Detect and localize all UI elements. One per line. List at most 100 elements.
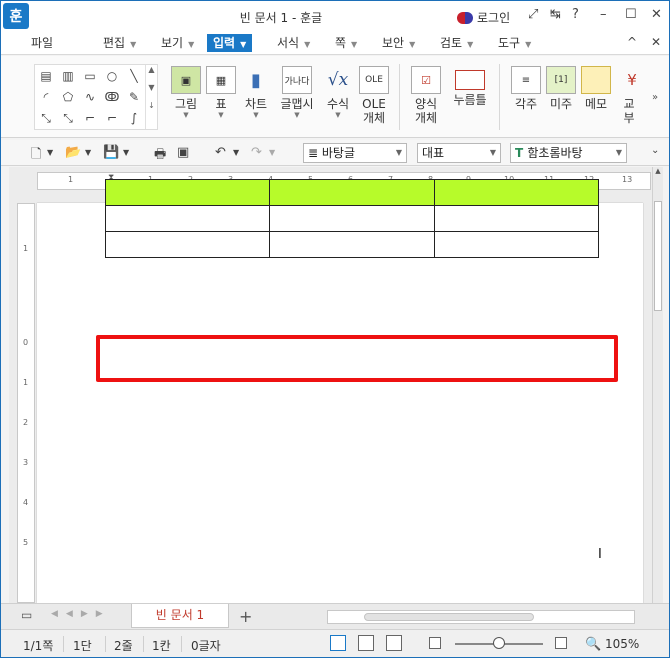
- insert-wordart-button[interactable]: 가나다 글맵시 ▼: [280, 66, 314, 119]
- table-cell[interactable]: [104, 231, 271, 258]
- insert-chart-button[interactable]: ▮ 차트 ▼: [241, 66, 271, 120]
- font-select[interactable]: T 함초롬바탕 ▼: [510, 143, 627, 163]
- document-page[interactable]: [37, 203, 643, 603]
- table-cell[interactable]: [269, 179, 435, 206]
- table-cell[interactable]: [269, 231, 435, 258]
- menu-security[interactable]: 보안 ▼: [376, 34, 421, 52]
- language-select[interactable]: 대표 ▼: [417, 143, 501, 163]
- style-select[interactable]: ≣ 바탕글 ▼: [303, 143, 407, 163]
- full-view-button[interactable]: [386, 635, 402, 651]
- collapse-ribbon-icon[interactable]: ^: [627, 35, 637, 49]
- table-cell[interactable]: [433, 231, 600, 258]
- connector-icon[interactable]: ⤡: [37, 109, 55, 127]
- insert-ole-button[interactable]: OLE OLE 개체: [359, 66, 389, 125]
- chevron-down-icon[interactable]: ▼: [123, 148, 129, 157]
- chevron-down-icon[interactable]: ▼: [47, 148, 53, 157]
- scroll-up-icon[interactable]: ▲: [653, 167, 663, 175]
- text-box-icon[interactable]: ▤: [37, 67, 55, 85]
- freehand-icon[interactable]: ↂ: [103, 88, 121, 106]
- fullscreen-icon[interactable]: ⤢: [528, 7, 538, 22]
- preview-icon[interactable]: ▣: [177, 145, 189, 160]
- menu-insert[interactable]: 입력 ▼: [207, 34, 253, 52]
- vertical-scroll-thumb[interactable]: [654, 201, 662, 311]
- text-cursor-icon: I: [598, 547, 602, 562]
- vertical-scrollbar[interactable]: ▲: [652, 167, 663, 603]
- save-icon[interactable]: 💾: [103, 145, 119, 160]
- zoom-in-button[interactable]: [555, 637, 567, 649]
- rectangle-icon[interactable]: ▭: [81, 67, 99, 85]
- table-cell[interactable]: [104, 205, 271, 232]
- table-cell[interactable]: [433, 179, 600, 206]
- undo-icon[interactable]: ↶: [215, 145, 226, 160]
- menu-view-label: 보기: [161, 36, 184, 50]
- insert-formula-button[interactable]: √x 수식 ▼: [323, 66, 353, 119]
- vertical-ruler[interactable]: 1 0 1 2 3 4 5: [17, 203, 35, 603]
- insert-footnote-button[interactable]: ≡ 각주: [511, 66, 541, 111]
- menu-tools[interactable]: 도구 ▼: [492, 34, 537, 52]
- arc-icon[interactable]: ◜: [37, 88, 55, 106]
- insert-form-button[interactable]: ☑ 양식 개체: [411, 66, 441, 125]
- insert-memo-button[interactable]: 메모: [581, 66, 611, 111]
- close-icon[interactable]: ✕: [651, 7, 662, 22]
- insert-table-button[interactable]: ▦ 표 ▼: [206, 66, 236, 119]
- menu-edit[interactable]: 편집 ▼: [97, 34, 142, 52]
- insert-endnote-button[interactable]: [1] 미주: [546, 66, 576, 111]
- insert-picture-button[interactable]: ▣ 그림 ▼: [171, 66, 201, 119]
- tab-list-icon[interactable]: ▭: [21, 608, 32, 622]
- table-row[interactable]: [104, 231, 600, 258]
- table-row[interactable]: [104, 179, 600, 206]
- toolbar-more-icon[interactable]: ⌄: [651, 145, 659, 156]
- zoom-slider-knob[interactable]: [493, 637, 505, 649]
- minimize-icon[interactable]: –: [600, 7, 607, 22]
- table-cell[interactable]: [104, 179, 271, 206]
- ole-icon: OLE: [359, 66, 389, 94]
- login-button[interactable]: 로그인: [457, 9, 510, 26]
- width-view-button[interactable]: [358, 635, 374, 651]
- redo-icon[interactable]: ↷: [251, 145, 262, 160]
- vertical-text-icon[interactable]: ▥: [59, 67, 77, 85]
- page-view-button[interactable]: [330, 635, 346, 651]
- tab-document[interactable]: 빈 문서 1: [131, 604, 229, 628]
- curve-icon[interactable]: ∿: [81, 88, 99, 106]
- ribbon-more-icon[interactable]: »: [652, 92, 658, 103]
- table-cell[interactable]: [433, 205, 600, 232]
- table-row[interactable]: [104, 205, 600, 232]
- login-label: 로그인: [477, 11, 511, 25]
- help-icon[interactable]: ?: [572, 7, 579, 22]
- horizontal-scrollbar[interactable]: [327, 610, 635, 624]
- elbow-connector-icon[interactable]: ⌐: [81, 109, 99, 127]
- menu-file[interactable]: 파일: [25, 34, 59, 52]
- pen-icon[interactable]: ✎: [125, 88, 143, 106]
- close-document-icon[interactable]: ✕: [651, 35, 661, 49]
- zoom-out-button[interactable]: [429, 637, 441, 649]
- ellipse-icon[interactable]: ○: [103, 67, 121, 85]
- connector-arrow-icon[interactable]: ⤡: [59, 109, 77, 127]
- document-table[interactable]: [104, 179, 600, 258]
- curved-connector-icon[interactable]: ∫: [125, 109, 143, 127]
- open-folder-icon[interactable]: 📂: [65, 145, 81, 160]
- shapes-scroll[interactable]: ▲ ▼ ↓: [145, 65, 157, 129]
- menu-format[interactable]: 서식 ▼: [271, 34, 316, 52]
- chevron-down-icon[interactable]: ▼: [269, 148, 275, 157]
- chevron-down-icon: ▼: [304, 40, 311, 49]
- zoom-icon[interactable]: 🔍: [585, 637, 601, 652]
- polygon-icon[interactable]: ⬠: [59, 88, 77, 106]
- new-document-icon[interactable]: 🗋: [31, 145, 41, 167]
- elbow-arrow-icon[interactable]: ⌐: [103, 109, 121, 127]
- menu-review[interactable]: 검토 ▼: [434, 34, 479, 52]
- ruler-number: 5: [23, 538, 29, 547]
- insert-cross-ref-button[interactable]: ¥ 교 부: [617, 66, 641, 125]
- add-tab-button[interactable]: +: [239, 607, 252, 626]
- split-icon[interactable]: ↹: [550, 7, 561, 22]
- menu-view[interactable]: 보기 ▼: [155, 34, 200, 52]
- chevron-down-icon[interactable]: ▼: [85, 148, 91, 157]
- chevron-down-icon[interactable]: ▼: [233, 148, 239, 157]
- table-cell[interactable]: [269, 205, 435, 232]
- line-icon[interactable]: ╲: [125, 67, 143, 85]
- horizontal-scroll-thumb[interactable]: [364, 613, 534, 621]
- menu-page[interactable]: 쪽 ▼: [329, 34, 363, 52]
- print-icon[interactable]: 🖶: [154, 145, 166, 167]
- insert-field-button[interactable]: 누름틀: [453, 66, 487, 107]
- maximize-icon[interactable]: ☐: [625, 7, 637, 22]
- tab-nav-icon[interactable]: ◀◀▶▶: [51, 609, 111, 619]
